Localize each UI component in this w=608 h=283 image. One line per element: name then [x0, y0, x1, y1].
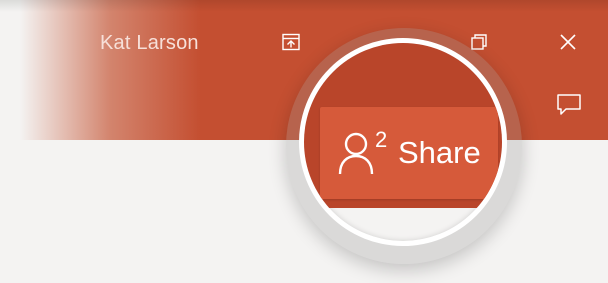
close-window-button[interactable]: [553, 27, 583, 57]
ribbon-display-options-button[interactable]: [276, 27, 306, 57]
magnifier-callout: 2 Share: [299, 38, 507, 246]
share-label: Share: [398, 135, 481, 170]
comments-button[interactable]: [554, 90, 584, 120]
close-icon: [560, 34, 576, 50]
comments-icon: [557, 94, 581, 115]
title-bar-shade: [0, 0, 608, 12]
account-user-name[interactable]: Kat Larson: [100, 32, 199, 55]
person-icon: 2: [338, 127, 387, 175]
share-people-count: 2: [375, 127, 388, 152]
ribbon-display-options-icon: [282, 33, 300, 51]
share-button[interactable]: 2 Share: [320, 107, 498, 199]
